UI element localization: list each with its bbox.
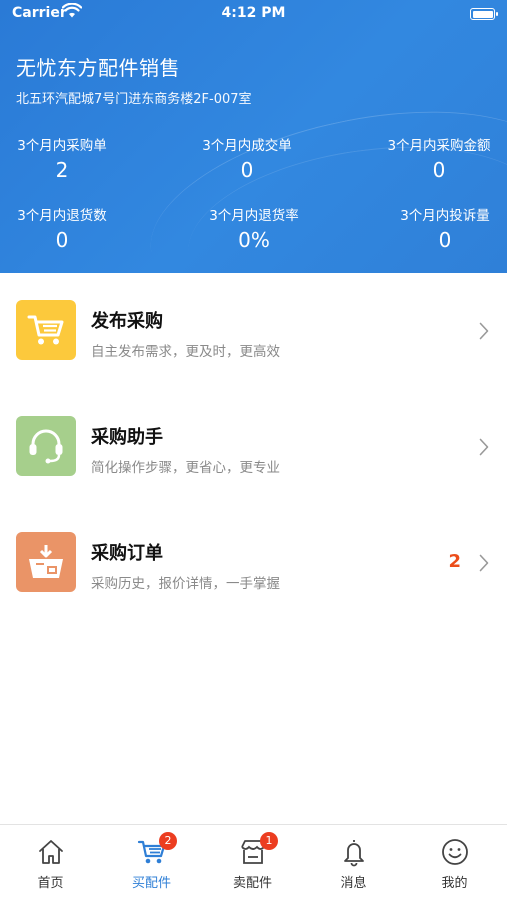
clock: 4:12 PM [221, 5, 286, 21]
chevron-right-icon [479, 438, 489, 460]
stat-value: 0% [238, 228, 270, 252]
tab-home[interactable]: 首页 [0, 825, 101, 900]
shop-address: 北五环汽配城7号门进东商务楼2F-007室 [16, 92, 252, 107]
stat-purchase-orders[interactable]: 3个月内采购单 2 [0, 134, 127, 182]
menu-item-purchase-orders[interactable]: 采购订单 采购历史，报价详情，一手掌握 2 [0, 505, 507, 621]
basket-icon [16, 532, 76, 592]
stat-complaints[interactable]: 3个月内投诉量 0 [380, 204, 507, 252]
menu-title: 采购订单 [91, 543, 163, 564]
tab-label: 我的 [441, 876, 468, 891]
tab-buy-parts[interactable]: 2 买配件 [101, 825, 202, 900]
stat-value: 0 [438, 228, 452, 252]
stat-label: 3个月内采购单 [17, 138, 107, 154]
tab-label: 消息 [340, 876, 367, 891]
tab-mine[interactable]: 我的 [404, 825, 505, 900]
stat-value: 0 [240, 158, 254, 182]
stat-closed-orders[interactable]: 3个月内成交单 0 [182, 134, 312, 182]
stat-value: 0 [55, 228, 69, 252]
stat-value: 0 [432, 158, 446, 182]
tab-messages[interactable]: 消息 [303, 825, 404, 900]
menu-description: 简化操作步骤，更省心，更专业 [91, 460, 280, 476]
tab-label: 首页 [37, 876, 64, 891]
menu-title: 采购助手 [91, 427, 163, 448]
home-icon [36, 837, 66, 867]
cart-badge: 2 [159, 832, 177, 850]
tab-label: 买配件 [131, 876, 171, 891]
tab-bar: 首页 2 买配件 1 卖配件 消息 我的 [0, 824, 507, 900]
stat-return-rate[interactable]: 3个月内退货率 0% [189, 204, 319, 252]
bell-icon [339, 837, 369, 867]
tab-sell-parts[interactable]: 1 卖配件 [202, 825, 303, 900]
menu-item-publish-purchase[interactable]: 发布采购 自主发布需求，更及时，更高效 [0, 273, 507, 389]
stat-returns[interactable]: 3个月内退货数 0 [0, 204, 127, 252]
menu-description: 自主发布需求，更及时，更高效 [91, 344, 280, 360]
headset-icon [16, 416, 76, 476]
stat-label: 3个月内退货率 [209, 208, 299, 224]
menu-title: 发布采购 [91, 311, 163, 332]
battery-icon [470, 8, 498, 20]
stat-label: 3个月内采购金额 [387, 138, 491, 154]
menu-description: 采购历史，报价详情，一手掌握 [91, 576, 280, 592]
sell-badge: 1 [260, 832, 278, 850]
status-bar: Carrier 4:12 PM [0, 0, 507, 28]
stat-label: 3个月内退货数 [17, 208, 107, 224]
stat-value: 2 [55, 158, 69, 182]
tab-label: 卖配件 [232, 876, 272, 891]
chevron-right-icon [479, 554, 489, 576]
smile-icon [440, 837, 470, 867]
order-count: 2 [448, 551, 461, 572]
cart-icon [16, 300, 76, 360]
stat-label: 3个月内投诉量 [400, 208, 490, 224]
shop-header: Carrier 4:12 PM 无忧东方配件销售 北五环汽配城7号门进东商务楼2… [0, 0, 507, 273]
shop-name: 无忧东方配件销售 [16, 56, 180, 80]
menu-item-purchase-assistant[interactable]: 采购助手 简化操作步骤，更省心，更专业 [0, 389, 507, 505]
stat-label: 3个月内成交单 [202, 138, 292, 154]
stat-purchase-amount[interactable]: 3个月内采购金额 0 [374, 134, 504, 182]
chevron-right-icon [479, 322, 489, 344]
